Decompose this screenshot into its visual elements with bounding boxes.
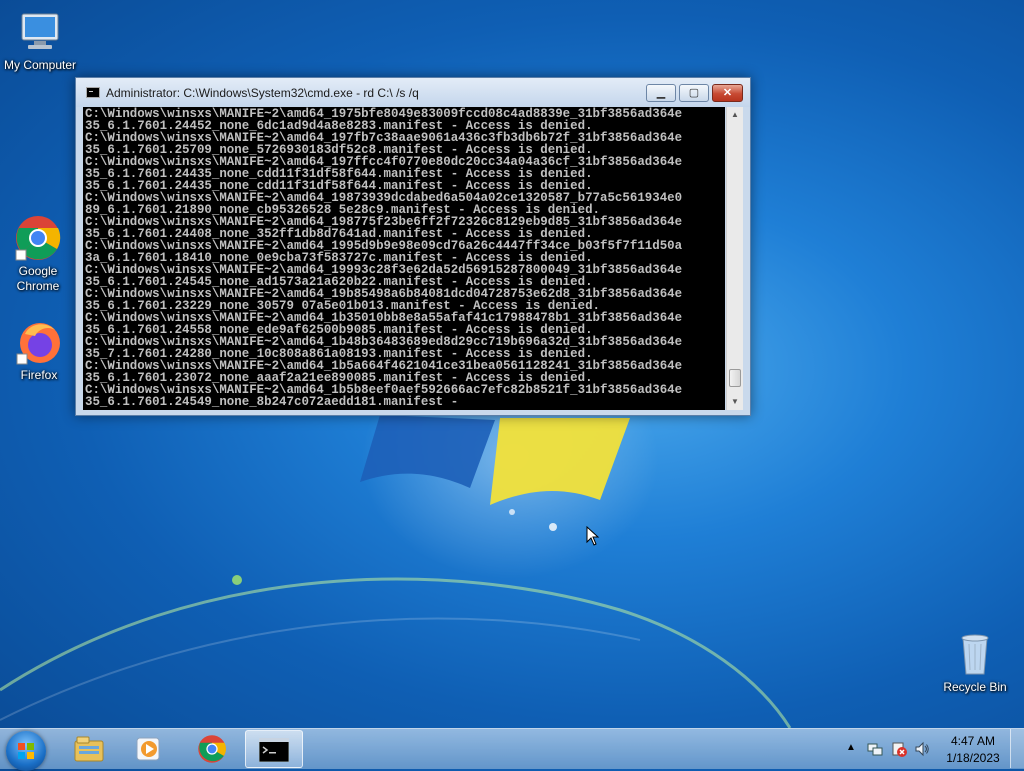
- chrome-icon: [198, 735, 226, 763]
- scroll-up-icon[interactable]: ▲: [727, 107, 743, 123]
- desktop-icon-firefox[interactable]: Firefox: [0, 318, 79, 383]
- start-button[interactable]: [6, 731, 46, 771]
- volume-icon[interactable]: [914, 741, 930, 757]
- action-center-icon[interactable]: [891, 741, 907, 757]
- show-hidden-icon: ▲: [846, 742, 856, 753]
- computer-icon: [16, 8, 64, 56]
- desktop-icon-google-chrome[interactable]: Google Chrome: [0, 214, 78, 294]
- cmd-icon: [259, 738, 289, 762]
- clock-date[interactable]: 1/18/2023: [933, 751, 1013, 765]
- taskbar-item-media-player[interactable]: [120, 730, 178, 768]
- show-desktop-button[interactable]: [1010, 729, 1024, 768]
- close-button[interactable]: ✕: [712, 84, 743, 102]
- scroll-down-icon[interactable]: ▼: [727, 394, 743, 410]
- scrollbar-thumb[interactable]: [729, 369, 741, 387]
- firefox-icon: [15, 318, 63, 366]
- maximize-button[interactable]: ▢: [679, 84, 709, 102]
- vertical-scrollbar[interactable]: ▲ ▼: [726, 107, 743, 410]
- cmd-icon: [86, 87, 100, 98]
- media-player-icon: [136, 737, 160, 761]
- chrome-icon: [14, 214, 62, 262]
- taskbar-item-chrome[interactable]: [183, 730, 241, 768]
- windows-logo-icon: [18, 743, 34, 759]
- minimize-button[interactable]: ▁: [646, 84, 676, 102]
- taskbar-item-cmd[interactable]: [245, 730, 303, 768]
- windows-explorer-icon: [74, 736, 104, 762]
- console-output[interactable]: C:\Windows\winsxs\MANIFE~2\amd64_1975bfe…: [83, 107, 725, 410]
- cmd-window[interactable]: Administrator: C:\Windows\System32\cmd.e…: [75, 77, 751, 416]
- desktop-icon-label: My Computer: [3, 58, 77, 72]
- desktop-icon-label: Google Chrome: [16, 264, 60, 293]
- taskbar-item-explorer[interactable]: [60, 730, 118, 768]
- desktop-icon-label: Recycle Bin: [943, 680, 1007, 694]
- clock-time[interactable]: 4:47 AM: [933, 734, 1013, 748]
- window-titlebar[interactable]: Administrator: C:\Windows\System32\cmd.e…: [76, 78, 750, 107]
- desktop-icon-label: Firefox: [20, 368, 58, 382]
- desktop-icon-my-computer[interactable]: My Computer: [0, 8, 80, 73]
- mouse-cursor-icon: [586, 526, 600, 546]
- desktop-icon-recycle-bin[interactable]: Recycle Bin: [935, 630, 1015, 695]
- network-icon[interactable]: [867, 741, 883, 757]
- recycle-bin-icon: [951, 630, 999, 678]
- window-title: Administrator: C:\Windows\System32\cmd.e…: [106, 86, 419, 100]
- console-text: C:\Windows\winsxs\MANIFE~2\amd64_1975bfe…: [85, 107, 683, 409]
